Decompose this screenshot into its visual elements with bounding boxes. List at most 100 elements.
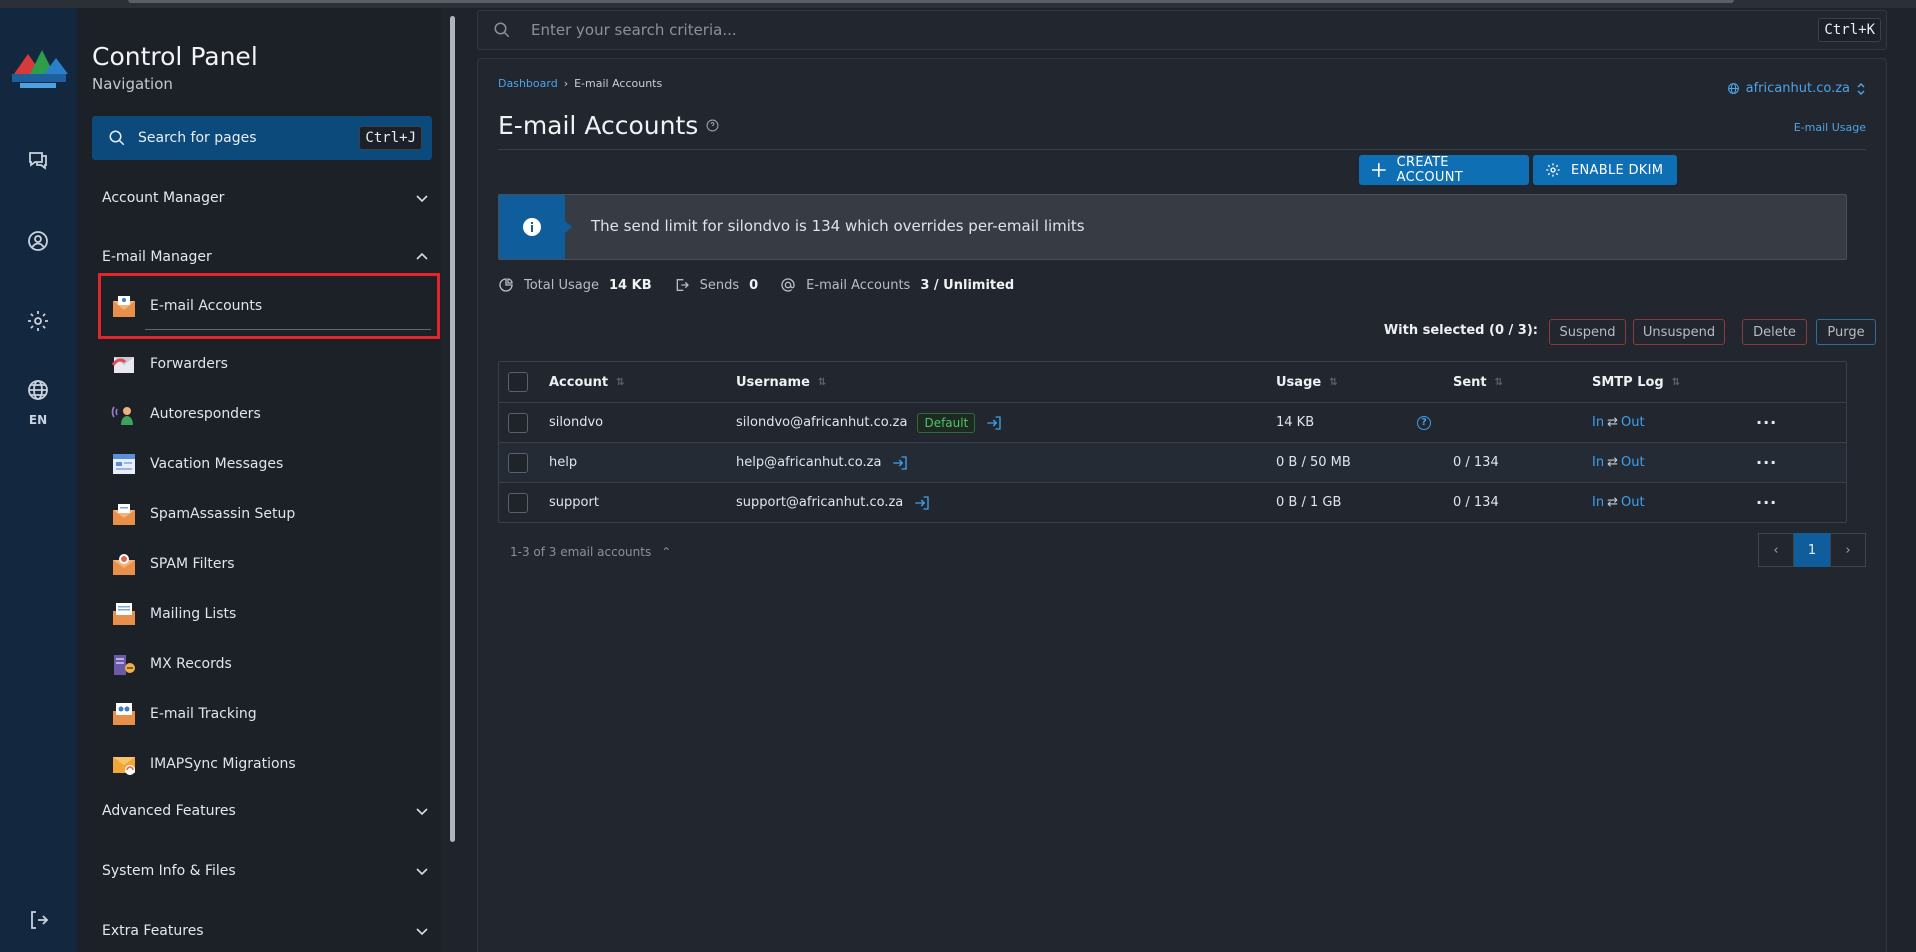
smtp-in-link[interactable]: In: [1592, 455, 1604, 470]
at-sign-icon: [781, 278, 795, 292]
language-globe-icon[interactable]: [22, 374, 54, 406]
section-account-manager[interactable]: Account Manager: [102, 186, 430, 210]
page-title-text: E-mail Accounts: [498, 111, 699, 140]
spam-filters-icon: [113, 554, 135, 575]
column-username[interactable]: Username ⇅: [736, 362, 826, 402]
settings-gear-icon[interactable]: [22, 305, 54, 337]
domain-name: africanhut.co.za: [1745, 81, 1850, 96]
section-system-info[interactable]: System Info & Files: [102, 859, 430, 883]
navigation-panel: Control Panel Navigation Search for page…: [77, 8, 441, 952]
domain-selector[interactable]: africanhut.co.za: [1727, 81, 1866, 96]
smtp-out-link[interactable]: Out: [1621, 495, 1645, 510]
nav-item-forwarders[interactable]: Forwarders: [111, 342, 429, 386]
prev-page-button[interactable]: ‹: [1758, 533, 1794, 567]
nav-item-imapsync-migrations[interactable]: IMAPSync Migrations: [111, 742, 429, 786]
swap-arrows-icon: ⇄: [1607, 495, 1618, 510]
smtp-out-link[interactable]: Out: [1621, 455, 1645, 470]
alert-message: The send limit for silondvo is 134 which…: [591, 217, 1085, 235]
page-size-selector[interactable]: 1-3 of 3 email accounts ⌃: [510, 545, 671, 559]
page-button-current[interactable]: 1: [1794, 533, 1830, 567]
pie-chart-icon: [499, 278, 513, 292]
imapsync-icon: [113, 757, 135, 775]
column-usage[interactable]: Usage ⇅: [1276, 362, 1338, 402]
create-account-button[interactable]: CREATE ACCOUNT: [1359, 155, 1529, 185]
nav-item-mailing-lists[interactable]: Mailing Lists: [111, 592, 429, 636]
usage-stats: Total Usage 14 KB Sends 0 E-mail Account…: [498, 277, 1036, 293]
records-count: 1-3 of 3 email accounts: [510, 545, 652, 559]
smtp-in-link[interactable]: In: [1592, 415, 1604, 430]
help-circle-icon[interactable]: ?: [1417, 415, 1431, 430]
section-label: Advanced Features: [102, 803, 236, 819]
nav-search-label: Search for pages: [138, 130, 257, 146]
next-page-button[interactable]: ›: [1830, 533, 1866, 567]
title-divider: [498, 149, 1866, 150]
nav-item-email-tracking[interactable]: E-mail Tracking: [111, 692, 429, 736]
purge-button[interactable]: Purge: [1816, 319, 1876, 345]
forwarders-icon: [111, 357, 134, 373]
section-extra-features[interactable]: Extra Features: [102, 919, 430, 943]
total-usage-label: Total Usage: [524, 277, 599, 293]
brand-logo[interactable]: [6, 44, 70, 94]
nav-item-spamassassin-setup[interactable]: SpamAssassin Setup: [111, 492, 429, 536]
smtp-log-cell: In ⇄ Out: [1592, 403, 1645, 442]
nav-item-spam-filters[interactable]: SPAM Filters: [111, 542, 429, 586]
global-search-shortcut: Ctrl+K: [1818, 18, 1881, 42]
nav-scrollbar-thumb[interactable]: [450, 16, 455, 842]
smtp-in-link[interactable]: In: [1592, 495, 1604, 510]
logout-icon[interactable]: [22, 904, 54, 936]
nav-item-mx-records[interactable]: MX Records: [111, 642, 429, 686]
account-cell: help: [549, 455, 578, 470]
help-circle-icon[interactable]: [706, 119, 719, 132]
chat-icon[interactable]: [22, 144, 54, 176]
language-label[interactable]: EN: [22, 413, 54, 427]
total-usage-value: 14 KB: [609, 277, 652, 293]
row-more-icon[interactable]: ···: [1756, 403, 1777, 442]
row-more-icon[interactable]: ···: [1756, 483, 1777, 522]
nav-scrollbar[interactable]: [449, 8, 457, 952]
login-icon[interactable]: [985, 414, 1003, 432]
column-account[interactable]: Account ⇅: [549, 362, 625, 402]
account-cell: support: [549, 495, 599, 510]
nav-item-label: IMAPSync Migrations: [150, 756, 296, 772]
nav-title: Control Panel: [92, 42, 258, 71]
create-account-label: CREATE ACCOUNT: [1396, 155, 1463, 185]
chevron-down-icon: [416, 868, 428, 876]
nav-item-vacation-messages[interactable]: Vacation Messages: [111, 442, 429, 486]
select-all-checkbox[interactable]: [508, 372, 528, 392]
smtp-log-cell: In ⇄ Out: [1592, 483, 1645, 522]
nav-search-shortcut: Ctrl+J: [359, 126, 422, 150]
user-profile-icon[interactable]: [22, 225, 54, 257]
delete-button[interactable]: Delete: [1742, 319, 1807, 345]
sort-icon: ⇅: [817, 376, 827, 388]
nav-page-search[interactable]: Search for pages Ctrl+J: [92, 116, 432, 160]
row-more-icon[interactable]: ···: [1756, 443, 1777, 482]
section-advanced-features[interactable]: Advanced Features: [102, 799, 430, 823]
section-email-manager[interactable]: E-mail Manager: [102, 245, 430, 269]
nav-item-autoresponders[interactable]: Autoresponders: [111, 392, 429, 436]
search-icon: [109, 130, 125, 146]
column-smtp-log[interactable]: SMTP Log ⇅: [1592, 362, 1680, 402]
breadcrumb-current: E-mail Accounts: [574, 77, 663, 90]
row-checkbox[interactable]: [508, 412, 528, 433]
global-search-bar[interactable]: Enter your search criteria... Ctrl+K: [477, 10, 1887, 50]
email-usage-link[interactable]: E-mail Usage: [1794, 121, 1866, 134]
sort-icon: ⇅: [616, 376, 625, 388]
smtp-log-cell: In ⇄ Out: [1592, 443, 1645, 482]
breadcrumb-dashboard[interactable]: Dashboard: [498, 77, 558, 90]
nav-item-label: E-mail Accounts: [150, 298, 263, 314]
info-icon: [499, 195, 565, 259]
suspend-button[interactable]: Suspend: [1549, 319, 1626, 345]
unsuspend-button[interactable]: Unsuspend: [1633, 319, 1725, 345]
smtp-out-link[interactable]: Out: [1621, 415, 1645, 430]
row-checkbox[interactable]: [508, 452, 528, 473]
column-sent[interactable]: Sent ⇅: [1453, 362, 1503, 402]
login-icon[interactable]: [913, 494, 931, 512]
nav-item-label: Mailing Lists: [150, 606, 237, 622]
nav-item-email-accounts[interactable]: E-mail Accounts: [98, 273, 440, 339]
login-icon[interactable]: [891, 454, 909, 472]
global-search-input[interactable]: Enter your search criteria...: [531, 21, 1818, 39]
send-out-icon: [676, 279, 689, 291]
chevron-down-icon: [416, 928, 428, 936]
enable-dkim-button[interactable]: ENABLE DKIM: [1533, 155, 1677, 185]
row-checkbox[interactable]: [508, 492, 528, 513]
